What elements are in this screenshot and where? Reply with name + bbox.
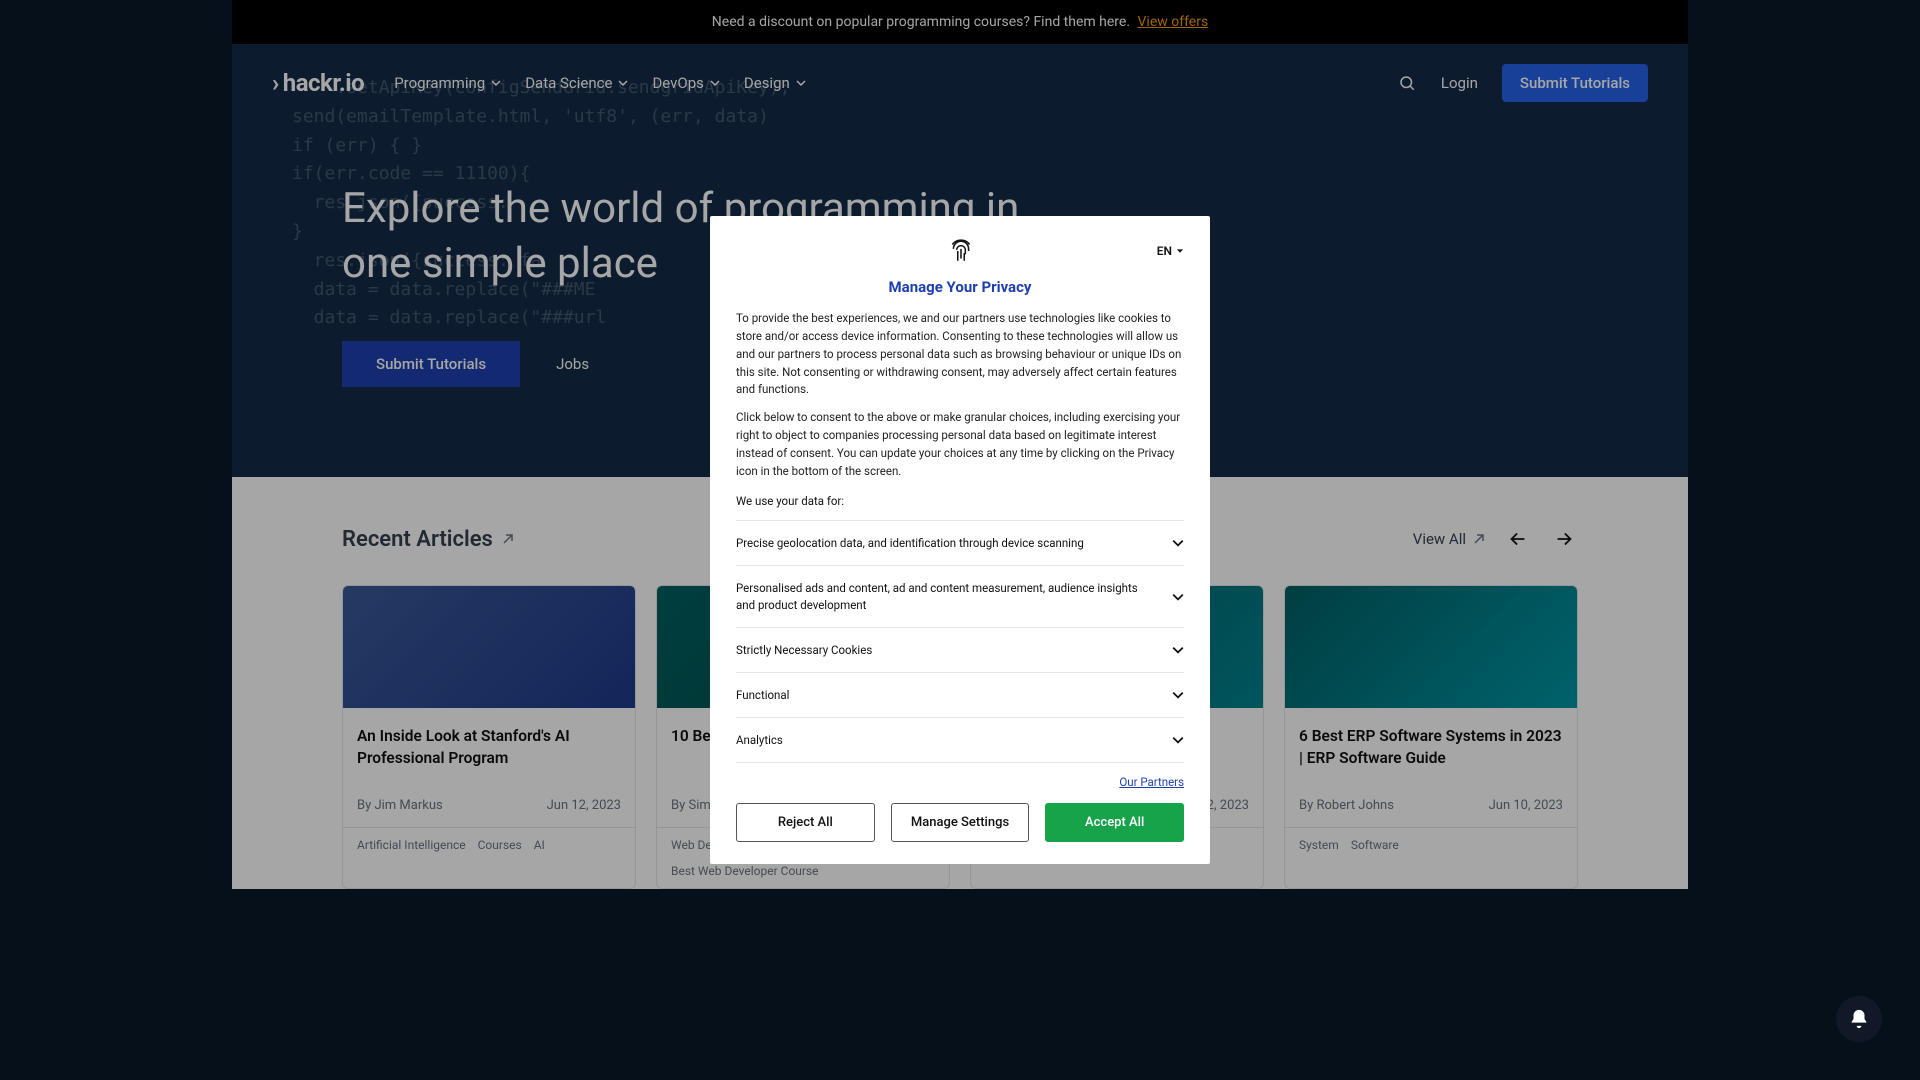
chevron-down-icon — [1172, 644, 1184, 656]
language-code: EN — [1157, 244, 1172, 258]
modal-title: Manage Your Privacy — [736, 278, 1184, 296]
caret-down-icon — [1176, 247, 1184, 255]
chevron-down-icon — [1172, 537, 1184, 549]
modal-paragraph: To provide the best experiences, we and … — [736, 310, 1184, 399]
chevron-down-icon — [1172, 689, 1184, 701]
language-selector[interactable]: EN — [1157, 244, 1184, 258]
accordion-item-analytics[interactable]: Analytics — [736, 718, 1184, 763]
fingerprint-icon — [948, 238, 974, 264]
accordion-item-functional[interactable]: Functional — [736, 673, 1184, 718]
accordion-label: Analytics — [736, 732, 783, 748]
notifications-button[interactable] — [1836, 996, 1882, 1042]
modal-paragraph: Click below to consent to the above or m… — [736, 409, 1184, 480]
chevron-down-icon — [1172, 591, 1184, 603]
modal-actions: Reject All Manage Settings Accept All — [736, 803, 1184, 842]
accordion-item-strictly[interactable]: Strictly Necessary Cookies — [736, 628, 1184, 673]
chevron-down-icon — [1172, 734, 1184, 746]
accordion-item-geolocation[interactable]: Precise geolocation data, and identifica… — [736, 521, 1184, 566]
accept-all-button[interactable]: Accept All — [1045, 803, 1184, 842]
our-partners-link[interactable]: Our Partners — [1119, 775, 1184, 789]
accordion-label: Strictly Necessary Cookies — [736, 642, 872, 658]
manage-settings-button[interactable]: Manage Settings — [891, 803, 1030, 842]
modal-usefor: We use your data for: — [736, 494, 1184, 508]
accordion-label: Precise geolocation data, and identifica… — [736, 535, 1084, 551]
accordion-item-personalised[interactable]: Personalised ads and content, ad and con… — [736, 566, 1184, 627]
accordion-group: Precise geolocation data, and identifica… — [736, 520, 1184, 763]
accordion-label: Functional — [736, 687, 789, 703]
accordion-label: Personalised ads and content, ad and con… — [736, 580, 1156, 612]
reject-all-button[interactable]: Reject All — [736, 803, 875, 842]
bell-icon — [1848, 1008, 1870, 1030]
privacy-modal: EN Manage Your Privacy To provide the be… — [710, 216, 1210, 864]
privacy-overlay: EN Manage Your Privacy To provide the be… — [0, 0, 1920, 1080]
